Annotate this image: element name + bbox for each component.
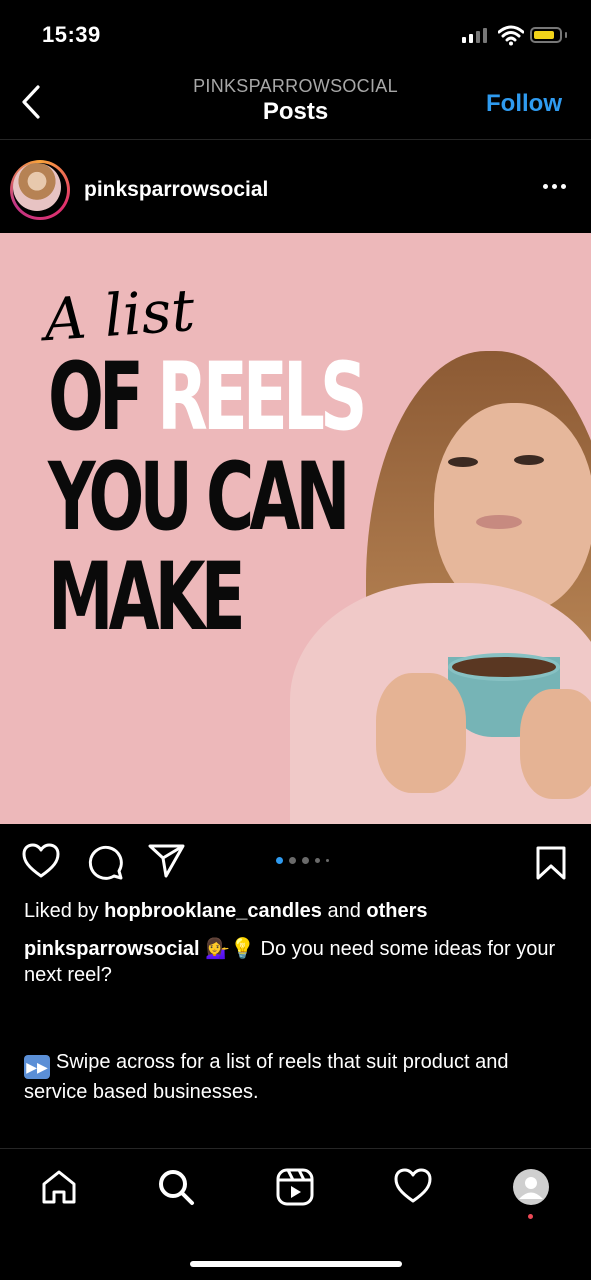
follow-button[interactable]: Follow bbox=[486, 90, 562, 118]
person-face bbox=[434, 403, 591, 613]
share-send-icon[interactable] bbox=[148, 843, 186, 879]
like-heart-icon[interactable] bbox=[22, 843, 60, 879]
carousel-dot bbox=[326, 859, 329, 862]
carousel-indicator bbox=[276, 857, 329, 864]
profile-notification-dot bbox=[528, 1214, 533, 1219]
more-options-icon[interactable] bbox=[543, 184, 566, 189]
image-headline-line2: YOU CAN bbox=[48, 443, 350, 552]
carousel-dot bbox=[289, 857, 296, 864]
person-eye-left bbox=[448, 457, 478, 467]
caption-emojis: 💁‍♀️💡 bbox=[205, 938, 255, 960]
battery-cap bbox=[565, 32, 567, 38]
image-headline-line3: MAKE bbox=[48, 543, 246, 652]
profile-icon[interactable] bbox=[512, 1168, 550, 1206]
wifi-icon bbox=[498, 25, 524, 46]
coffee-cup-top bbox=[448, 653, 560, 681]
tab-bar-divider bbox=[0, 1148, 591, 1149]
post-caption-swipe: ▶▶ Swipe across for a list of reels that … bbox=[24, 1051, 509, 1103]
signal-icon bbox=[462, 28, 487, 43]
reels-icon[interactable] bbox=[276, 1168, 314, 1206]
avatar[interactable] bbox=[10, 160, 70, 220]
image-headline-line1: OF REELS bbox=[48, 343, 367, 452]
header-divider bbox=[0, 139, 591, 140]
post-image[interactable]: A list OF REELS YOU CAN MAKE bbox=[0, 233, 591, 824]
status-bar: 15:39 bbox=[0, 0, 591, 70]
caption-username[interactable]: pinksparrowsocial bbox=[24, 938, 200, 960]
likes-text[interactable]: Liked by hopbrooklane_candles and others bbox=[24, 900, 428, 923]
person-hand-right bbox=[520, 689, 591, 799]
post-username[interactable]: pinksparrowsocial bbox=[84, 178, 268, 202]
carousel-dot bbox=[315, 858, 320, 863]
carousel-dot bbox=[276, 857, 283, 864]
person-lips bbox=[476, 515, 522, 529]
battery-icon bbox=[530, 27, 562, 43]
comment-icon[interactable] bbox=[86, 843, 124, 881]
post-caption: pinksparrowsocial 💁‍♀️💡 Do you need some… bbox=[24, 936, 564, 988]
activity-icon[interactable] bbox=[394, 1168, 432, 1204]
home-icon[interactable] bbox=[40, 1168, 78, 1206]
status-time: 15:39 bbox=[42, 22, 101, 47]
search-icon[interactable] bbox=[157, 1168, 195, 1206]
fast-forward-emoji-icon: ▶▶ bbox=[24, 1055, 50, 1079]
home-indicator[interactable] bbox=[190, 1261, 402, 1267]
person-eye-right bbox=[514, 455, 544, 465]
person-hand-left bbox=[376, 673, 466, 793]
carousel-dot bbox=[302, 857, 309, 864]
save-bookmark-icon[interactable] bbox=[536, 846, 566, 880]
